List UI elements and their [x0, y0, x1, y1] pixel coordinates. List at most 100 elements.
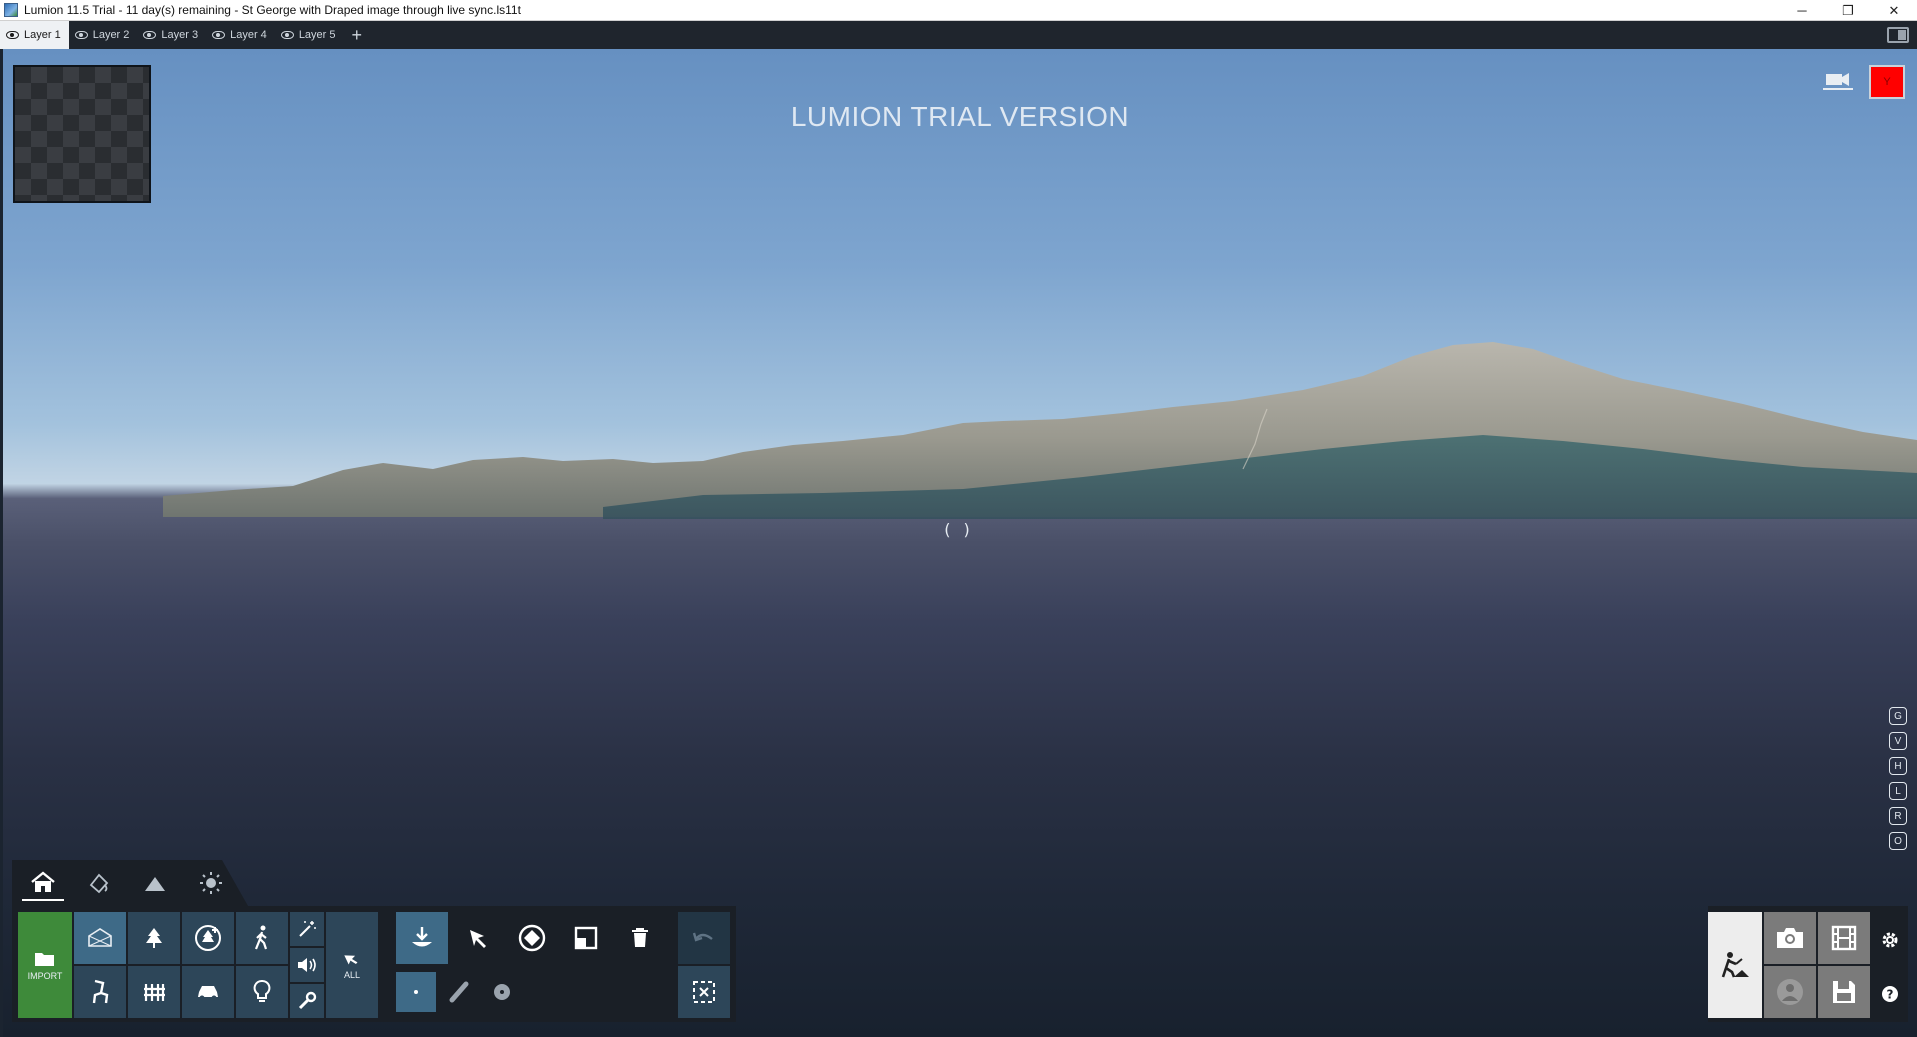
object-library-panel: IMPORT ALL — [12, 906, 736, 1022]
close-button[interactable]: ✕ — [1871, 0, 1917, 21]
delete-tool-button[interactable] — [614, 912, 666, 964]
add-layer-button[interactable]: + — [352, 21, 363, 49]
nature-house-button[interactable] — [74, 912, 126, 964]
layer-tab-label: Layer 2 — [92, 29, 130, 41]
mass-placement-button[interactable] — [182, 912, 234, 964]
eye-icon[interactable] — [143, 31, 157, 39]
home-tab[interactable] — [22, 865, 64, 901]
scale-icon — [574, 926, 598, 950]
restore-button[interactable]: ❐ — [1825, 0, 1871, 21]
tree-add-icon — [195, 925, 221, 951]
select-all-button[interactable]: ALL — [326, 912, 378, 1018]
eye-icon[interactable] — [212, 31, 226, 39]
material-icon — [89, 873, 109, 894]
interior-button[interactable] — [74, 966, 126, 1018]
mode-panel: ? — [1708, 906, 1908, 1022]
layer-tab-1[interactable]: Layer 1 — [0, 21, 69, 49]
hotkey-o: O — [1889, 832, 1907, 850]
wrench-icon — [298, 991, 317, 1010]
trash-icon — [632, 928, 648, 947]
layer-tab-label: Layer 5 — [298, 29, 336, 41]
import-button[interactable]: IMPORT — [18, 912, 72, 1018]
line-placement-button[interactable] — [440, 972, 480, 1012]
settings-button[interactable] — [1876, 926, 1904, 954]
svg-text:?: ? — [1887, 988, 1894, 1002]
layer-tab-label: Layer 1 — [24, 29, 61, 41]
eye-icon[interactable] — [6, 31, 19, 39]
build-mode-icon — [1721, 952, 1749, 978]
lumion-app-icon — [4, 3, 18, 17]
photo-mode-button[interactable] — [1764, 912, 1816, 964]
area-placement-button[interactable] — [482, 972, 522, 1012]
layer-bar: Layer 1 Layer 2 Layer 3 Layer 4 Layer 5 … — [0, 21, 1917, 49]
undo-button[interactable] — [678, 912, 730, 964]
build-mode-button[interactable] — [1708, 912, 1762, 1018]
movie-mode-button[interactable] — [1818, 912, 1870, 964]
movie-mode-icon — [1831, 925, 1857, 951]
undo-icon — [692, 932, 713, 942]
import-label: IMPORT — [27, 970, 63, 981]
save-button[interactable] — [1818, 966, 1870, 1018]
hotkey-v: V — [1889, 732, 1907, 750]
deselect-button[interactable] — [678, 966, 730, 1018]
panorama-mode-icon — [1777, 979, 1803, 1005]
speaker-icon — [298, 958, 316, 972]
fullscreen-toggle-icon[interactable] — [1887, 27, 1909, 43]
photo-mode-icon — [1777, 928, 1803, 948]
object-indicator-swatch[interactable]: Y — [1869, 65, 1905, 99]
minimap-preview[interactable] — [13, 65, 151, 203]
place-object-button[interactable] — [396, 912, 448, 964]
people-button[interactable] — [236, 912, 288, 964]
effects-button[interactable] — [290, 912, 324, 946]
hotkey-r: R — [1889, 807, 1907, 825]
landscape-tab[interactable] — [134, 865, 176, 901]
dot-icon — [414, 990, 418, 994]
tree-icon — [146, 928, 162, 948]
home-icon — [31, 871, 55, 892]
weather-icon — [200, 872, 222, 894]
help-icon: ? — [1882, 986, 1898, 1002]
outdoor-button[interactable] — [128, 966, 180, 1018]
box-select-x-icon — [693, 981, 715, 1003]
building-icon — [88, 928, 112, 947]
folder-icon — [35, 952, 54, 966]
terrain-mountain — [163, 342, 1917, 519]
title-bar: Lumion 11.5 Trial - 11 day(s) remaining … — [0, 0, 1917, 21]
landscape-icon — [145, 877, 165, 891]
materials-tab[interactable] — [78, 865, 120, 901]
hotkey-h: H — [1889, 757, 1907, 775]
layer-tab-5[interactable]: Layer 5 — [275, 21, 344, 49]
hotkey-g: G — [1889, 707, 1907, 725]
focus-crosshair-icon: ( ) — [944, 520, 974, 539]
lights-button[interactable] — [236, 966, 288, 1018]
select-tool-button[interactable] — [452, 912, 504, 964]
layer-tab-2[interactable]: Layer 2 — [69, 21, 138, 49]
select-all-label: ALL — [343, 969, 360, 980]
pen-icon — [449, 981, 469, 1003]
scale-tool-button[interactable] — [560, 912, 612, 964]
window-controls: ─ ❐ ✕ — [1779, 0, 1917, 21]
panorama-mode-button[interactable] — [1764, 966, 1816, 1018]
walking-person-icon — [254, 925, 268, 950]
nature-button[interactable] — [128, 912, 180, 964]
weather-tab[interactable] — [190, 865, 232, 901]
help-button[interactable]: ? — [1876, 980, 1904, 1008]
chair-icon — [92, 979, 109, 1004]
car-icon — [198, 986, 218, 1001]
save-icon — [1833, 981, 1855, 1003]
transport-button[interactable] — [182, 966, 234, 1018]
scene-viewport[interactable]: LUMION TRIAL VERSION ( ) Y G V H L R O — [3, 49, 1917, 1037]
eye-icon[interactable] — [74, 31, 88, 39]
eye-icon[interactable] — [280, 31, 294, 39]
camera-speed-icon[interactable] — [1823, 70, 1853, 90]
move-tool-button[interactable] — [506, 912, 558, 964]
minimize-button[interactable]: ─ — [1779, 0, 1825, 21]
move-icon — [518, 924, 546, 952]
sound-button[interactable] — [290, 948, 324, 982]
utilities-button[interactable] — [290, 984, 324, 1018]
single-placement-button[interactable] — [396, 972, 436, 1012]
magic-wand-icon — [299, 921, 316, 937]
hotkey-l: L — [1889, 782, 1907, 800]
layer-tab-3[interactable]: Layer 3 — [137, 21, 206, 49]
layer-tab-4[interactable]: Layer 4 — [206, 21, 275, 49]
